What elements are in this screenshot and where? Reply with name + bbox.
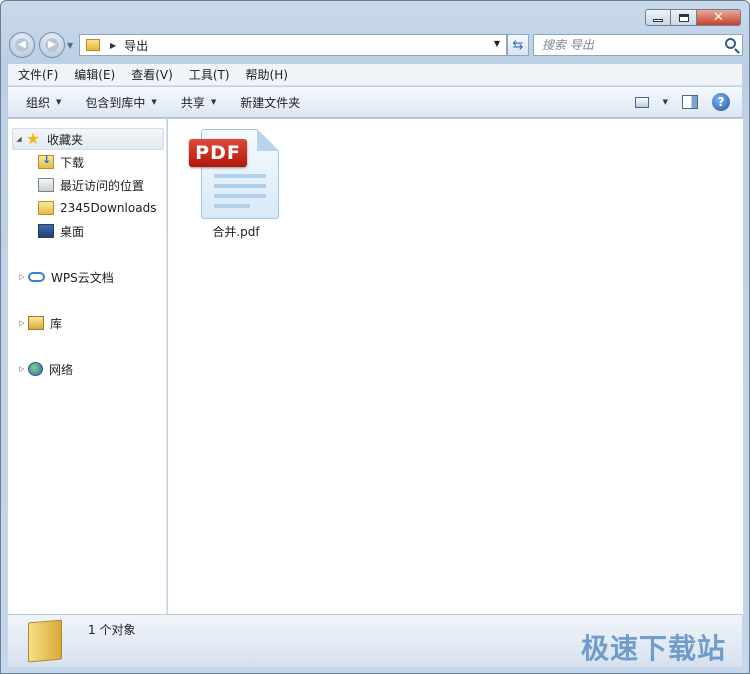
- star-icon: ★: [25, 129, 41, 148]
- expand-icon[interactable]: ▷: [16, 365, 28, 373]
- tree-item-recent-places[interactable]: 最近访问的位置: [38, 174, 144, 196]
- desktop-icon: [38, 224, 54, 238]
- recent-places-icon: [38, 178, 54, 192]
- explorer-window: ✕ ◀ ▶ ▼ ▶ 导出 ▼ ⇆ 文件(F) 编辑(E) 查看(V) 工具(T)…: [0, 0, 750, 674]
- menu-view[interactable]: 查看(V): [123, 66, 181, 83]
- tree-item-label: 2345Downloads: [60, 201, 157, 215]
- tree-item-label: 收藏夹: [47, 132, 84, 147]
- pdf-badge: PDF: [189, 139, 247, 167]
- chevron-down-icon: ▼: [56, 98, 62, 106]
- share-label: 共享: [180, 95, 205, 110]
- navigation-pane: ◢ ★ 收藏夹 下载 最近访问的位置 2345Downloads 桌面 ▷ WP…: [8, 119, 167, 614]
- menu-help[interactable]: 帮助(H): [238, 66, 296, 83]
- file-name[interactable]: 合并.pdf: [186, 223, 286, 240]
- view-options-dropdown-icon[interactable]: ▼: [663, 98, 668, 106]
- tree-item-label: 最近访问的位置: [60, 178, 145, 193]
- address-dropdown-icon[interactable]: ▼: [494, 39, 500, 48]
- folder-icon: [38, 201, 54, 215]
- organize-button[interactable]: 组织 ▼: [8, 87, 73, 117]
- item-count: 1 个对象: [88, 623, 136, 637]
- tree-item-network[interactable]: ▷ 网络: [16, 358, 73, 380]
- help-icon[interactable]: ?: [712, 93, 730, 111]
- view-controls: ▼ ?: [634, 93, 730, 111]
- maximize-button[interactable]: [671, 9, 697, 26]
- back-button[interactable]: ◀: [9, 32, 35, 58]
- breadcrumb-separator-icon[interactable]: ▶: [110, 41, 116, 50]
- minimize-button[interactable]: [645, 9, 671, 26]
- tree-item-label: 桌面: [60, 224, 85, 239]
- forward-arrow-icon: ▶: [45, 38, 59, 52]
- tree-item-libraries[interactable]: ▷ 库: [16, 312, 62, 334]
- close-icon: ✕: [713, 10, 724, 25]
- back-arrow-icon: ◀: [15, 38, 29, 52]
- watermark-logo: 极速下载站: [580, 632, 726, 665]
- tree-item-wps-cloud[interactable]: ▷ WPS云文档: [16, 266, 114, 288]
- tree-item-downloads[interactable]: 下载: [38, 151, 84, 173]
- expand-icon[interactable]: ▷: [16, 273, 28, 281]
- new-folder-button[interactable]: 新建文件夹: [228, 87, 312, 117]
- menu-edit[interactable]: 编辑(E): [66, 66, 123, 83]
- new-folder-label: 新建文件夹: [240, 95, 301, 110]
- maximize-icon: [678, 13, 689, 22]
- tree-item-label: 库: [50, 316, 63, 331]
- tree-item-favorites[interactable]: ◢ ★ 收藏夹: [12, 128, 164, 150]
- recent-pages-dropdown[interactable]: ▼: [67, 41, 73, 50]
- change-view-icon[interactable]: [634, 96, 649, 108]
- forward-button[interactable]: ▶: [39, 32, 65, 58]
- details-pane: 1 个对象 极速下载站: [8, 614, 742, 667]
- search-box[interactable]: [533, 34, 743, 56]
- refresh-icon: ⇆: [512, 37, 524, 53]
- menu-tools[interactable]: 工具(T): [181, 66, 238, 83]
- preview-pane-icon[interactable]: [682, 95, 698, 109]
- close-button[interactable]: ✕: [697, 9, 741, 26]
- network-icon: [28, 362, 43, 376]
- search-input[interactable]: [542, 36, 722, 54]
- command-bar: 组织 ▼ 包含到库中 ▼ 共享 ▼ 新建文件夹 ▼ ?: [8, 87, 742, 118]
- cloud-icon: [28, 272, 45, 282]
- search-icon[interactable]: [725, 38, 736, 49]
- chevron-down-icon: ▼: [210, 98, 217, 106]
- menu-bar: 文件(F) 编辑(E) 查看(V) 工具(T) 帮助(H): [8, 64, 742, 86]
- include-in-library-label: 包含到库中: [85, 95, 146, 110]
- organize-label: 组织: [26, 95, 51, 110]
- navigation-bar: ◀ ▶ ▼ ▶ 导出 ▼ ⇆: [9, 32, 743, 58]
- collapse-icon[interactable]: ◢: [13, 135, 25, 143]
- tree-item-desktop[interactable]: 桌面: [38, 220, 84, 242]
- refresh-button[interactable]: ⇆: [507, 34, 529, 56]
- share-button[interactable]: 共享 ▼: [169, 87, 228, 117]
- folder-icon: [28, 619, 62, 663]
- include-in-library-button[interactable]: 包含到库中 ▼: [73, 87, 168, 117]
- menu-file[interactable]: 文件(F): [8, 66, 66, 83]
- tree-item-label: WPS云文档: [51, 270, 114, 285]
- tree-item-2345downloads[interactable]: 2345Downloads: [38, 197, 156, 219]
- library-icon: [28, 316, 44, 330]
- minimize-icon: [653, 19, 663, 22]
- file-item[interactable]: PDF 合并.pdf: [186, 127, 286, 239]
- folder-icon: [86, 39, 100, 51]
- chevron-down-icon: ▼: [151, 98, 157, 106]
- download-folder-icon: [38, 153, 54, 169]
- tree-item-label: 下载: [60, 155, 85, 170]
- caption-buttons: ✕: [645, 9, 741, 26]
- address-bar[interactable]: ▶ 导出 ▼: [79, 34, 507, 56]
- file-list[interactable]: PDF 合并.pdf: [168, 119, 743, 614]
- breadcrumb-current[interactable]: 导出: [124, 37, 148, 54]
- tree-item-label: 网络: [49, 362, 74, 377]
- expand-icon[interactable]: ▷: [16, 319, 28, 327]
